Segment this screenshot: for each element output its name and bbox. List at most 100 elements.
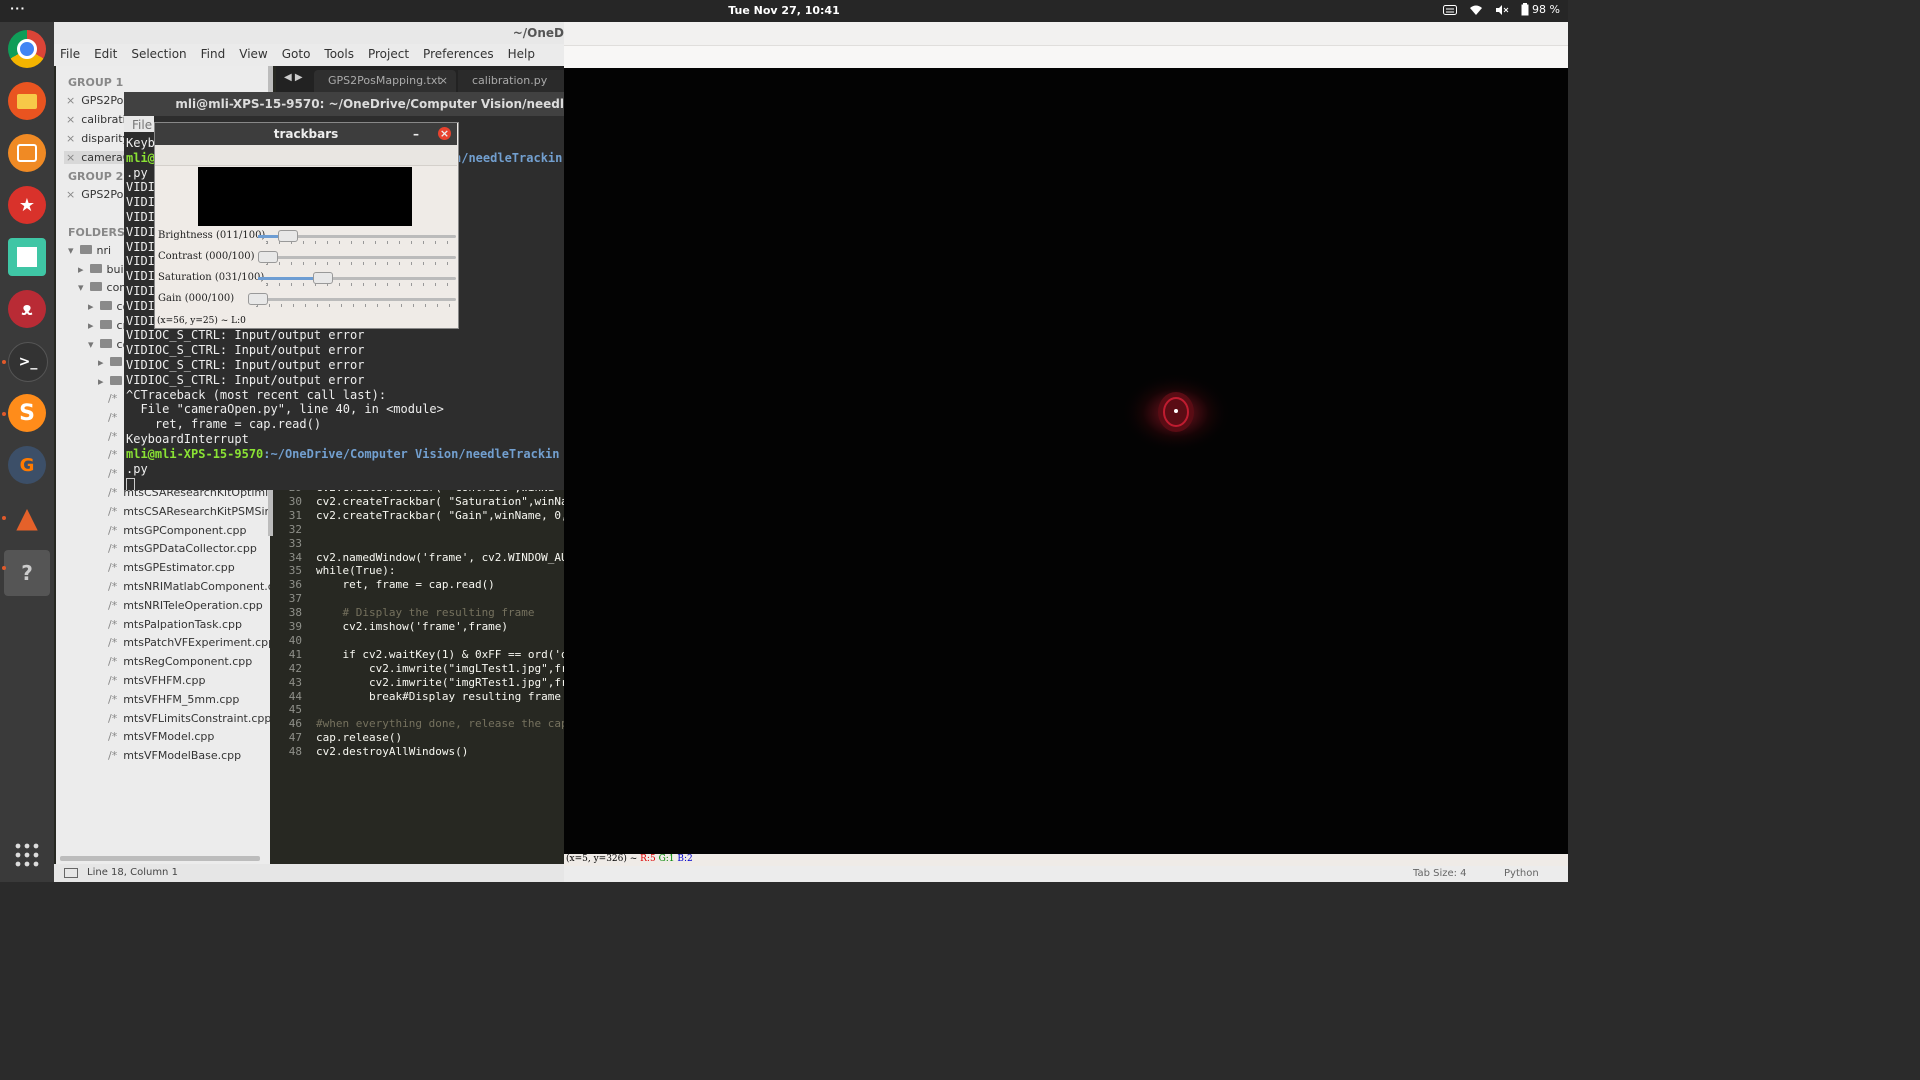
code-line[interactable]: 36 ret, frame = cap.read()	[276, 578, 495, 591]
chevron-right-icon[interactable]: ▸	[88, 319, 94, 332]
code-line[interactable]: 34 cv2.namedWindow('frame', cv2.WINDOW_AU	[276, 551, 564, 564]
mendeley-icon[interactable]: ᴥ	[8, 290, 46, 328]
code-line[interactable]: 33	[276, 537, 316, 550]
code-line[interactable]: 35 while(True):	[276, 564, 396, 577]
file-item[interactable]: /* mtsVFModelBase.cpp	[108, 749, 241, 762]
open-file-item[interactable]: × calibratio	[66, 113, 132, 126]
file-item[interactable]: /* mtsGPComponent.cpp	[108, 524, 247, 537]
chevron-right-icon[interactable]: ▸	[98, 375, 104, 388]
folder-item[interactable]: ▾ nri	[68, 244, 111, 257]
code-line[interactable]: 48 cv2.destroyAllWindows()	[276, 745, 469, 758]
code-editor[interactable]: 29cv2.createTrackbar( "Contrast",winNa30…	[276, 480, 564, 860]
tab-size[interactable]: Tab Size: 4	[1413, 868, 1467, 879]
clock[interactable]: Tue Nov 27, 10:41	[0, 4, 1568, 17]
terminal-menu-file[interactable]: File	[132, 118, 152, 132]
folder-item[interactable]: ▸ buil	[78, 263, 127, 276]
close-button[interactable]: ×	[438, 127, 451, 140]
chevron-right-icon[interactable]: ▸	[98, 356, 104, 369]
help-icon[interactable]: ?	[4, 550, 50, 596]
matlab-icon[interactable]: ▲	[8, 498, 46, 536]
terminal-icon[interactable]: >_	[8, 342, 48, 382]
chrome-icon[interactable]	[8, 30, 46, 68]
apps-grid-icon[interactable]	[8, 836, 46, 874]
file-item[interactable]: /* mtsPalpationTask.cpp	[108, 618, 242, 631]
code-line[interactable]: 46 #when everything done, release the cap	[276, 717, 564, 730]
screenshot-icon[interactable]	[8, 134, 46, 172]
file-item[interactable]: /* mtsPatchVFExperiment.cpp	[108, 636, 270, 649]
close-file-icon[interactable]: ×	[66, 94, 75, 107]
volume-muted-icon[interactable]	[1495, 4, 1509, 16]
menu-preferences[interactable]: Preferences	[417, 44, 502, 66]
tab-close-icon[interactable]: ×	[439, 70, 448, 92]
code-line[interactable]: 38 # Display the resulting frame	[276, 606, 535, 619]
file-item[interactable]: /* mtsVFLimitsConstraint.cpp	[108, 712, 270, 725]
file-item[interactable]: /* mtsNRITeleOperation.cpp	[108, 599, 263, 612]
grammarly-icon[interactable]: G	[8, 446, 46, 484]
frame-window-titlebar[interactable]	[564, 22, 1568, 69]
menu-goto[interactable]: Goto	[276, 44, 319, 66]
slider-thumb[interactable]	[248, 293, 268, 305]
close-file-icon[interactable]: ×	[66, 132, 75, 145]
close-file-icon[interactable]: ×	[66, 113, 75, 126]
frame-image[interactable]	[564, 68, 1568, 854]
minimize-button[interactable]: –	[413, 123, 419, 145]
sidebar-horizontal-scrollbar[interactable]	[60, 856, 260, 861]
code-line[interactable]: 40	[276, 634, 316, 647]
slider-track[interactable]	[258, 256, 456, 259]
file-item[interactable]: /* mtsGPDataCollector.cpp	[108, 542, 257, 555]
bookmark-icon[interactable]: ★	[8, 186, 46, 224]
file-item[interactable]: /* mtsVFHFM.cpp	[108, 674, 205, 687]
code-line[interactable]: 42 cv2.imwrite("imgLTest1.jpg",fr	[276, 662, 564, 675]
code-line[interactable]: 30 cv2.createTrackbar( "Saturation",winNa	[276, 495, 564, 508]
code-line[interactable]: 31 cv2.createTrackbar( "Gain",winName, 0,	[276, 509, 564, 522]
menu-find[interactable]: Find	[195, 44, 234, 66]
menu-tools[interactable]: Tools	[318, 44, 362, 66]
code-line[interactable]: 44 break#Display resulting frame	[276, 690, 561, 703]
slider-thumb[interactable]	[258, 251, 278, 263]
code-line[interactable]: 32	[276, 523, 316, 536]
code-line[interactable]: 41 if cv2.waitKey(1) & 0xFF == ord('q	[276, 648, 564, 661]
sublime-titlebar[interactable]: ~/OneD	[54, 22, 564, 44]
code-line[interactable]: 47 cap.release()	[276, 731, 402, 744]
keyboard-icon[interactable]	[1443, 4, 1458, 16]
code-line[interactable]: 39 cv2.imshow('frame',frame)	[276, 620, 508, 633]
file-item[interactable]: /* mtsCSAResearchKitPSMSim.	[108, 505, 270, 518]
chevron-down-icon[interactable]: ▾	[88, 338, 94, 351]
folder-item[interactable]: ▸	[98, 375, 127, 388]
terminal-titlebar[interactable]: mli@mli-XPS-15-9570: ~/OneDrive/Computer…	[124, 92, 564, 116]
panel-toggle-icon[interactable]	[64, 868, 78, 878]
window-icon[interactable]	[8, 238, 46, 276]
menu-file[interactable]: File	[54, 44, 88, 66]
menu-help[interactable]: Help	[502, 44, 543, 66]
close-file-icon[interactable]: ×	[66, 188, 75, 201]
slider-track[interactable]	[248, 298, 456, 301]
sublime-icon[interactable]: S	[8, 394, 46, 432]
battery-indicator[interactable]: 98 %	[1521, 3, 1560, 16]
code-line[interactable]: 45	[276, 703, 316, 716]
file-item[interactable]: /* mtsNRIMatlabComponent.c|	[108, 580, 270, 593]
slider-thumb[interactable]	[277, 230, 298, 242]
slider-thumb[interactable]	[313, 272, 334, 284]
chevron-right-icon[interactable]: ▸	[88, 300, 94, 313]
folder-item[interactable]: ▸ cr	[88, 319, 127, 332]
menu-view[interactable]: View	[233, 44, 275, 66]
file-item[interactable]: /* mtsRegComponent.cpp	[108, 655, 252, 668]
file-item[interactable]: /* mtsGPEstimator.cpp	[108, 561, 235, 574]
folder-item[interactable]: ▸	[98, 356, 127, 369]
file-item[interactable]: /* mtsVFModel.cpp	[108, 730, 214, 743]
code-line[interactable]: 37	[276, 592, 316, 605]
folder-item[interactable]: ▾ com	[78, 281, 130, 294]
chevron-right-icon[interactable]: ▸	[78, 263, 84, 276]
chevron-down-icon[interactable]: ▾	[78, 281, 84, 294]
close-file-icon[interactable]: ×	[66, 151, 75, 164]
files-icon[interactable]	[8, 82, 46, 120]
wifi-icon[interactable]	[1469, 4, 1483, 16]
tab-calibration[interactable]: calibration.py	[458, 70, 578, 92]
trackbars-titlebar[interactable]: trackbars – ×	[155, 123, 457, 145]
system-tray[interactable]: 98 %	[1443, 3, 1560, 16]
tab-gps2posmapping[interactable]: GPS2PosMapping.txt ×	[314, 70, 456, 92]
code-line[interactable]: 43 cv2.imwrite("imgRTest1.jpg",fr	[276, 676, 564, 689]
menu-project[interactable]: Project	[362, 44, 417, 66]
chevron-down-icon[interactable]: ▾	[68, 244, 74, 257]
menu-edit[interactable]: Edit	[88, 44, 125, 66]
